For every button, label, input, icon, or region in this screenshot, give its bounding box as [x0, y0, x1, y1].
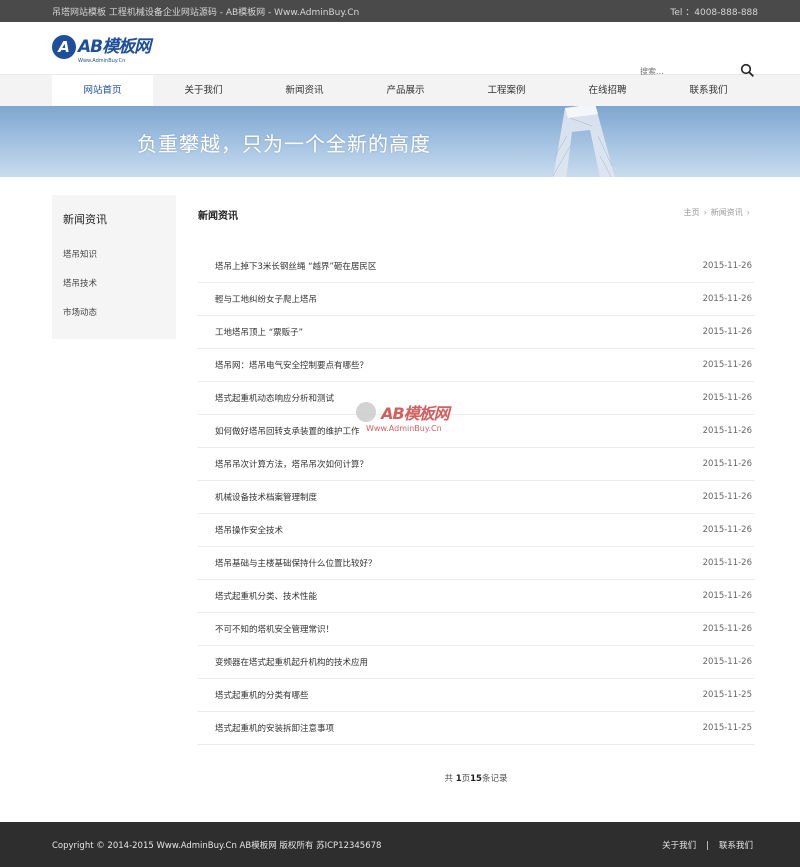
list-item[interactable]: 塔吊网：塔吊电气安全控制要点有哪些？ 2015-11-26: [198, 349, 754, 382]
list-item[interactable]: 塔式起重机动态响应分析和测试 2015-11-26: [198, 382, 754, 415]
nav-item-cases[interactable]: 工程案例: [456, 75, 557, 106]
news-date: 2015-11-25: [702, 690, 752, 700]
news-title[interactable]: 机械设备技术档案管理制度: [215, 491, 317, 503]
list-item[interactable]: 塔式起重机分类、技术性能 2015-11-26: [198, 580, 754, 613]
list-item[interactable]: 如何做好塔吊回转支承装置的维护工作 2015-11-26: [198, 415, 754, 448]
main-header: 新闻资讯 主页 › 新闻资讯 ›: [198, 207, 754, 227]
top-bar-tagline: 吊塔网站模板 工程机械设备企业网站源码 - AB模板网 - Www.AdminB…: [52, 7, 360, 18]
news-title[interactable]: 变频器在塔式起重机起升机构的技术应用: [215, 656, 368, 668]
sidebar-title: 新闻资讯: [63, 213, 107, 226]
news-title[interactable]: 塔式起重机分类、技术性能: [215, 590, 317, 602]
news-title[interactable]: 塔式起重机的分类有哪些: [215, 689, 309, 701]
logo-text: AB模板网: [78, 37, 151, 57]
building-illustration: [552, 106, 615, 177]
pager-mid: 页: [461, 774, 471, 784]
footer-link-about[interactable]: 关于我们: [662, 841, 696, 851]
news-date: 2015-11-26: [702, 459, 752, 469]
news-date: 2015-11-26: [702, 624, 752, 634]
search-icon[interactable]: [740, 63, 754, 77]
list-item[interactable]: 塔式起重机的安装拆卸注意事项 2015-11-25: [198, 712, 754, 745]
nav-item-news[interactable]: 新闻资讯: [254, 75, 355, 106]
list-item[interactable]: 塔吊上掉下3米长钢丝绳 “越界”砸在居民区 2015-11-26: [198, 250, 754, 283]
news-date: 2015-11-26: [702, 294, 752, 304]
news-title[interactable]: 如何做好塔吊回转支承装置的维护工作: [215, 425, 360, 437]
watermark: AB模板网 Www.AdminBuy.Cn: [356, 400, 450, 433]
nav-item-about[interactable]: 关于我们: [153, 75, 254, 106]
news-date: 2015-11-25: [702, 723, 752, 733]
news-date: 2015-11-26: [702, 492, 752, 502]
logo-subtitle: Www.AdminBuy.Cn: [78, 58, 126, 64]
news-date: 2015-11-26: [702, 657, 752, 667]
pager-suffix: 条记录: [481, 774, 508, 784]
watermark-logo-icon: [356, 402, 376, 422]
pager-prefix: 共: [444, 774, 453, 784]
news-title[interactable]: 塔吊网：塔吊电气安全控制要点有哪些？: [215, 359, 368, 371]
watermark-subtitle: Www.AdminBuy.Cn: [366, 424, 442, 433]
search-input[interactable]: [640, 62, 730, 80]
news-title[interactable]: 塔吊基础与主楼基础保持什么位置比较好？: [215, 557, 377, 569]
news-date: 2015-11-26: [702, 393, 752, 403]
list-item[interactable]: 变频器在塔式起重机起升机构的技术应用 2015-11-26: [198, 646, 754, 679]
news-title[interactable]: 輕与工地纠纷女子爬上塔吊: [215, 293, 317, 305]
pager-record-count: 15: [470, 774, 482, 784]
footer-links: 关于我们 | 联系我们: [657, 839, 758, 851]
news-title[interactable]: 工地塔吊顶上 “票贩子”: [215, 326, 303, 338]
banner-slogan: 负重攀越，只为一个全新的高度: [137, 132, 431, 156]
nav-item-products[interactable]: 产品展示: [355, 75, 456, 106]
list-item[interactable]: 工地塔吊顶上 “票贩子” 2015-11-26: [198, 316, 754, 349]
footer-copyright: Copyright © 2014-2015 Www.AdminBuy.Cn AB…: [52, 840, 382, 851]
nav-item-home[interactable]: 网站首页: [52, 75, 153, 106]
list-item[interactable]: 塔吊操作安全技术 2015-11-26: [198, 514, 754, 547]
news-title[interactable]: 塔吊操作安全技术: [215, 524, 283, 536]
list-item[interactable]: 不可不知的塔机安全管理常识！ 2015-11-26: [198, 613, 754, 646]
watermark-text: AB模板网: [381, 404, 450, 423]
footer: Copyright © 2014-2015 Www.AdminBuy.Cn AB…: [0, 822, 800, 867]
news-title[interactable]: 塔式起重机动态响应分析和测试: [215, 392, 334, 404]
sidebar: 新闻资讯 塔吊知识 塔吊技术 市场动态: [52, 195, 176, 339]
page-title: 新闻资讯: [198, 211, 238, 222]
site-logo[interactable]: A AB模板网 Www.AdminBuy.Cn: [52, 35, 151, 64]
news-date: 2015-11-26: [702, 261, 752, 271]
news-date: 2015-11-26: [702, 558, 752, 568]
sidebar-item-market-news[interactable]: 市场动态: [52, 299, 176, 328]
news-list: 塔吊上掉下3米长钢丝绳 “越界”砸在居民区 2015-11-26 輕与工地纠纷女子…: [198, 250, 754, 745]
search-box: [640, 62, 760, 80]
news-title[interactable]: 不可不知的塔机安全管理常识！: [215, 623, 334, 635]
news-title[interactable]: 塔吊吊次计算方法，塔吊吊次如何计算？: [215, 458, 368, 470]
news-title[interactable]: 塔式起重机的安装拆卸注意事项: [215, 722, 334, 734]
breadcrumb-home[interactable]: 主页: [684, 208, 700, 217]
list-item[interactable]: 机械设备技术档案管理制度 2015-11-26: [198, 481, 754, 514]
logo-mark-icon: A: [52, 35, 76, 59]
news-title[interactable]: 塔吊上掉下3米长钢丝绳 “越界”砸在居民区: [215, 260, 376, 272]
pagination-summary: 共 1页15条记录: [198, 772, 754, 784]
list-item[interactable]: 塔吊吊次计算方法，塔吊吊次如何计算？ 2015-11-26: [198, 448, 754, 481]
hero-banner: 负重攀越，只为一个全新的高度: [0, 106, 800, 177]
sidebar-item-tower-crane-tech[interactable]: 塔吊技术: [52, 270, 176, 299]
main-column: 新闻资讯 主页 › 新闻资讯 › 塔吊上掉下3米长钢丝绳 “越界”砸在居民区 2015-…: [198, 207, 754, 784]
news-date: 2015-11-26: [702, 525, 752, 535]
footer-link-contact[interactable]: 联系我们: [719, 841, 753, 851]
news-date: 2015-11-26: [702, 327, 752, 337]
list-item[interactable]: 輕与工地纠纷女子爬上塔吊 2015-11-26: [198, 283, 754, 316]
top-bar-phone: Tel ：4008-888-888: [670, 7, 758, 18]
list-item[interactable]: 塔式起重机的分类有哪些 2015-11-25: [198, 679, 754, 712]
top-bar: 吊塔网站模板 工程机械设备企业网站源码 - AB模板网 - Www.AdminB…: [0, 0, 800, 22]
news-date: 2015-11-26: [702, 426, 752, 436]
footer-link-sep: |: [706, 840, 709, 851]
content-area: 新闻资讯 塔吊知识 塔吊技术 市场动态 新闻资讯 主页 › 新闻资讯 › 塔吊上掉下3…: [0, 177, 800, 822]
breadcrumb-news[interactable]: 新闻资讯: [711, 208, 743, 217]
sidebar-item-tower-crane-knowledge[interactable]: 塔吊知识: [52, 241, 176, 270]
news-date: 2015-11-26: [702, 591, 752, 601]
header: A AB模板网 Www.AdminBuy.Cn: [0, 22, 800, 80]
news-date: 2015-11-26: [702, 360, 752, 370]
list-item[interactable]: 塔吊基础与主楼基础保持什么位置比较好？ 2015-11-26: [198, 547, 754, 580]
breadcrumb: 主页 › 新闻资讯 ›: [683, 208, 750, 217]
